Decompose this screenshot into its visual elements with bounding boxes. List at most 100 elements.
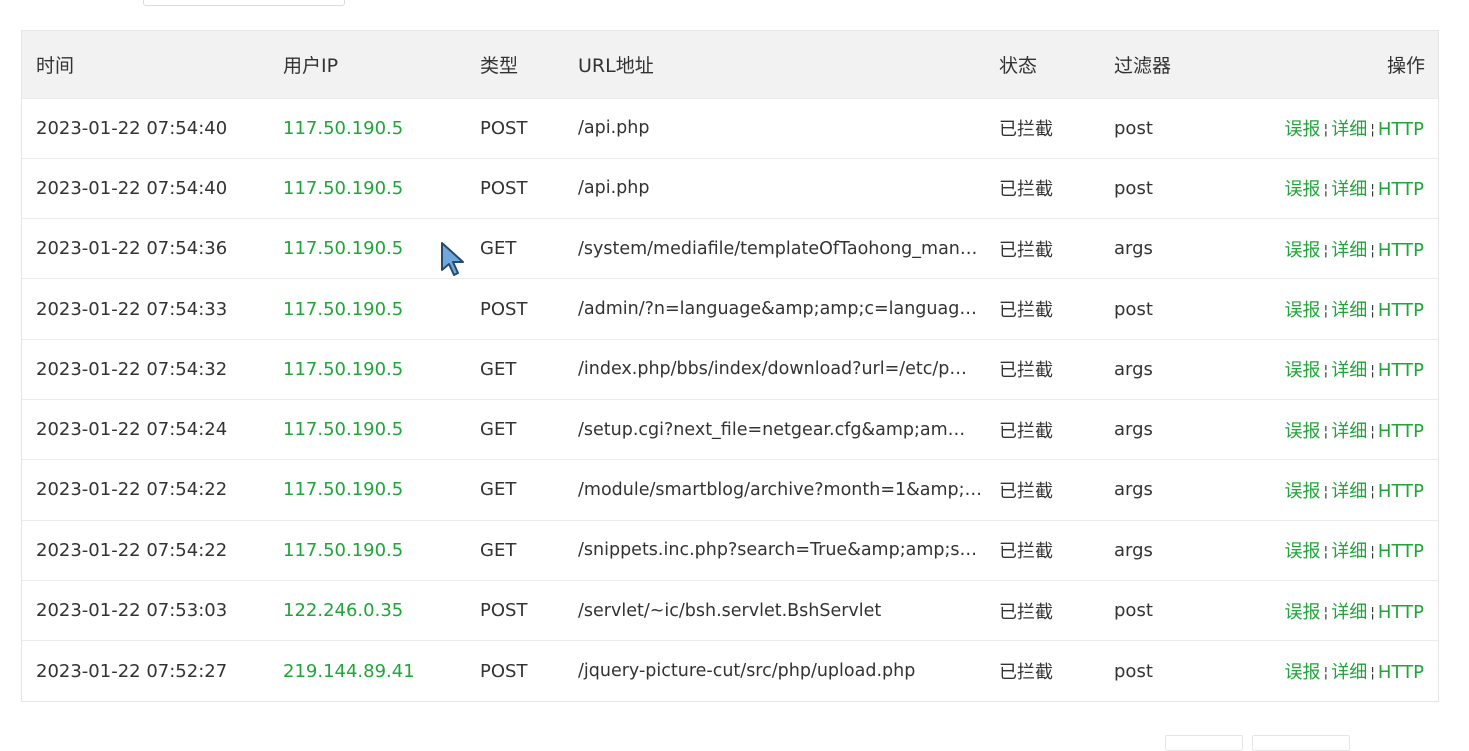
detail-link[interactable]: 详细 — [1331, 541, 1367, 562]
report-false-positive-link[interactable]: 误报 — [1284, 360, 1320, 381]
cell-time: 2023-01-22 07:54:36 — [36, 238, 228, 260]
cell-type: POST — [480, 600, 528, 622]
cell-url: /admin/?n=language&amp;amp;c=languag… — [578, 299, 977, 320]
cell-filter: post — [1114, 117, 1153, 139]
http-link[interactable]: HTTP — [1378, 662, 1424, 683]
cell-user-ip: 117.50.190.5 — [283, 117, 404, 139]
header-type: 类型 — [480, 54, 519, 77]
cell-actions: 误报 ¦ 详细 ¦ HTTP — [1234, 219, 1438, 279]
action-separator: ¦ — [1323, 303, 1329, 320]
detail-link[interactable]: 详细 — [1331, 119, 1367, 140]
cell-status: 已拦截 — [999, 420, 1053, 442]
action-separator: ¦ — [1323, 423, 1329, 440]
cell-url: /api.php — [578, 178, 650, 199]
detail-link[interactable]: 详细 — [1331, 481, 1367, 502]
http-link[interactable]: HTTP — [1378, 481, 1424, 502]
http-link[interactable]: HTTP — [1378, 240, 1424, 261]
cell-status: 已拦截 — [999, 662, 1053, 684]
action-separator: ¦ — [1370, 423, 1375, 440]
cell-url: /servlet/~ic/bsh.servlet.BshServlet — [578, 600, 882, 621]
cell-status: 已拦截 — [999, 480, 1053, 502]
table-row: 2023-01-22 07:54:36 117.50.190.5 GET/syste… — [22, 218, 1438, 279]
action-separator: ¦ — [1323, 544, 1329, 561]
cell-url: /jquery-picture-cut/src/php/upload.php — [578, 661, 916, 682]
header-filter: 过滤器 — [1114, 54, 1172, 77]
report-false-positive-link[interactable]: 误报 — [1284, 602, 1320, 623]
action-separator: ¦ — [1370, 665, 1375, 682]
mouse-cursor-icon — [441, 242, 464, 276]
cell-filter: post — [1114, 298, 1153, 320]
cell-user-ip: 117.50.190.5 — [283, 479, 404, 501]
cell-url: /module/smartblog/archive?month=1&amp;… — [578, 479, 983, 500]
detail-link[interactable]: 详细 — [1331, 662, 1367, 683]
report-false-positive-link[interactable]: 误报 — [1284, 179, 1320, 200]
table-row: 2023-01-22 07:54:22 117.50.190.5 GET/snipp… — [22, 520, 1438, 580]
action-separator: ¦ — [1370, 544, 1375, 561]
search-input[interactable] — [143, 0, 345, 6]
cell-filter: args — [1114, 358, 1153, 380]
report-false-positive-link[interactable]: 误报 — [1284, 662, 1320, 683]
http-link[interactable]: HTTP — [1378, 541, 1424, 562]
cell-status: 已拦截 — [999, 179, 1053, 201]
cell-time: 2023-01-22 07:54:22 — [36, 539, 228, 561]
cell-filter: args — [1114, 479, 1153, 501]
detail-link[interactable]: 详细 — [1331, 602, 1367, 623]
detail-link[interactable]: 详细 — [1331, 179, 1367, 200]
table-header-row: 时间 用户IP 类型 URL地址 状态 过滤器 操作 — [22, 31, 1438, 98]
report-false-positive-link[interactable]: 误报 — [1284, 421, 1320, 442]
cell-type: GET — [480, 539, 517, 561]
pager-prev-button[interactable] — [1165, 735, 1243, 751]
http-link[interactable]: HTTP — [1378, 421, 1424, 442]
intercept-log-table: 时间 用户IP 类型 URL地址 状态 过滤器 操作 2023-01-22 07… — [21, 30, 1439, 702]
report-false-positive-link[interactable]: 误报 — [1284, 119, 1320, 140]
http-link[interactable]: HTTP — [1378, 300, 1424, 321]
report-false-positive-link[interactable]: 误报 — [1284, 481, 1320, 502]
cell-user-ip: 117.50.190.5 — [283, 358, 404, 380]
report-false-positive-link[interactable]: 误报 — [1284, 240, 1320, 261]
header-status: 状态 — [999, 54, 1038, 77]
action-separator: ¦ — [1370, 242, 1375, 259]
action-separator: ¦ — [1370, 122, 1375, 139]
action-separator: ¦ — [1370, 363, 1375, 380]
detail-link[interactable]: 详细 — [1331, 421, 1367, 442]
cell-type: GET — [480, 479, 517, 501]
cell-user-ip: 117.50.190.5 — [283, 419, 404, 441]
http-link[interactable]: HTTP — [1378, 179, 1424, 200]
cell-status: 已拦截 — [999, 601, 1053, 623]
report-false-positive-link[interactable]: 误报 — [1284, 541, 1320, 562]
cell-status: 已拦截 — [999, 300, 1053, 322]
table-row: 2023-01-22 07:54:40 117.50.190.5 POST/api.… — [22, 158, 1438, 218]
action-separator: ¦ — [1323, 182, 1329, 199]
cell-actions: 误报 ¦ 详细 ¦ HTTP — [1234, 520, 1438, 580]
action-separator: ¦ — [1323, 604, 1329, 621]
cell-status: 已拦截 — [999, 360, 1053, 382]
cell-url: /api.php — [578, 118, 650, 139]
pager-next-button[interactable] — [1252, 735, 1350, 751]
cell-actions: 误报 ¦ 详细 ¦ HTTP — [1234, 158, 1438, 218]
cell-user-ip: 219.144.89.41 — [283, 660, 415, 682]
table-row: 2023-01-22 07:54:33 117.50.190.5 POST/admi… — [22, 278, 1438, 339]
action-separator: ¦ — [1370, 182, 1375, 199]
cell-url: /setup.cgi?next_file=netgear.cfg&amp;am… — [578, 419, 966, 440]
cell-type: GET — [480, 358, 517, 380]
http-link[interactable]: HTTP — [1378, 119, 1424, 140]
cell-filter: args — [1114, 419, 1153, 441]
detail-link[interactable]: 详细 — [1331, 360, 1367, 381]
action-separator: ¦ — [1323, 483, 1329, 500]
table-row: 2023-01-22 07:52:27 219.144.89.41 POST/jqu… — [22, 640, 1438, 701]
table-row: 2023-01-22 07:53:03 122.246.0.35 POST/serv… — [22, 580, 1438, 640]
detail-link[interactable]: 详细 — [1331, 300, 1367, 321]
cell-filter: post — [1114, 660, 1153, 682]
detail-link[interactable]: 详细 — [1331, 240, 1367, 261]
http-link[interactable]: HTTP — [1378, 360, 1424, 381]
cell-actions: 误报 ¦ 详细 ¦ HTTP — [1234, 339, 1438, 399]
cell-actions: 误报 ¦ 详细 ¦ HTTP — [1234, 98, 1438, 158]
cell-time: 2023-01-22 07:53:03 — [36, 600, 228, 622]
report-false-positive-link[interactable]: 误报 — [1284, 300, 1320, 321]
http-link[interactable]: HTTP — [1378, 602, 1424, 623]
table-row: 2023-01-22 07:54:24 117.50.190.5 GET/setup… — [22, 399, 1438, 459]
cell-user-ip: 117.50.190.5 — [283, 177, 404, 199]
cell-type: POST — [480, 298, 528, 320]
cell-time: 2023-01-22 07:54:24 — [36, 419, 228, 441]
header-action: 操作 — [1386, 54, 1425, 77]
